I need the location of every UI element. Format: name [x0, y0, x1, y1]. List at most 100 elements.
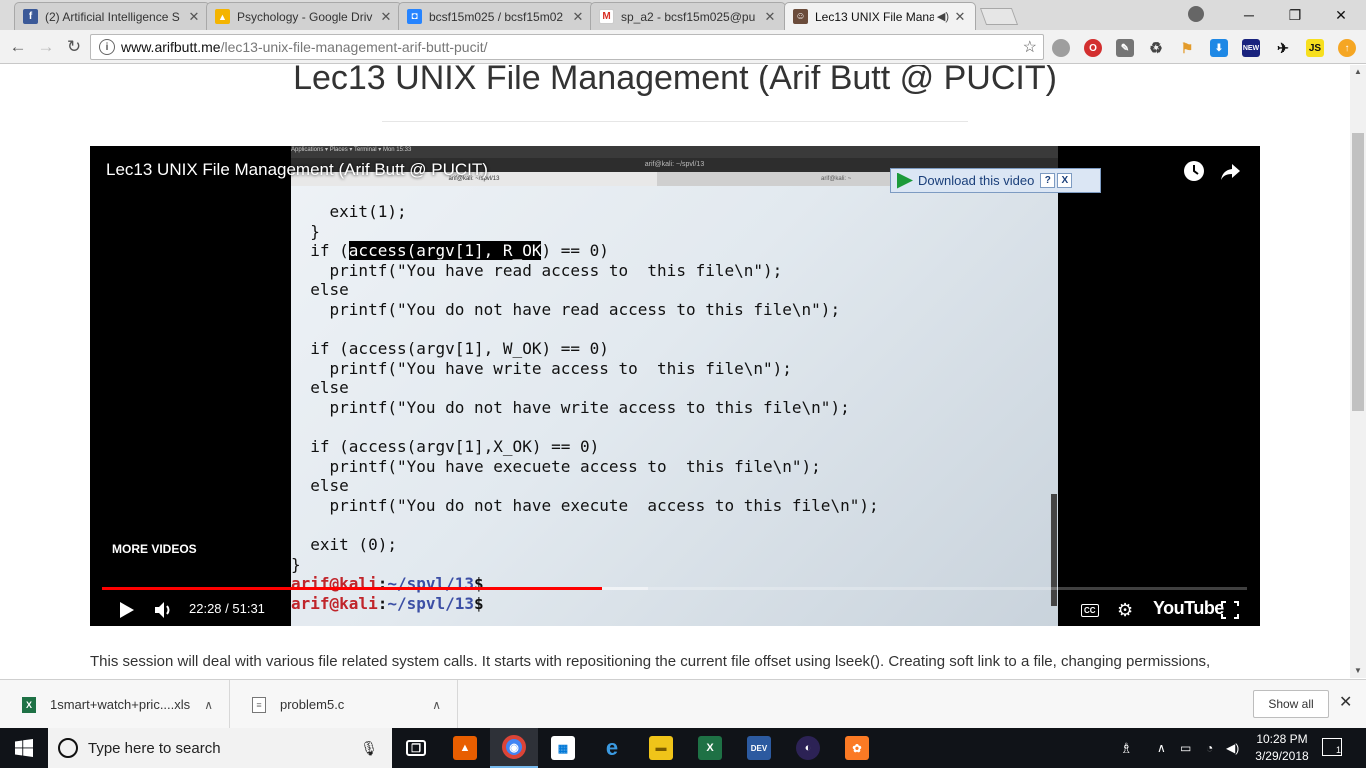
progress-bar[interactable]	[102, 587, 1247, 590]
start-button[interactable]	[0, 728, 48, 768]
tab-close-icon[interactable]: ✕	[187, 9, 201, 25]
video-frame: Applications ▾ Places ▾ Terminal ▾ Mon 1…	[291, 146, 1058, 626]
shell-prompt: arif@kali:~/spvl/13$	[291, 574, 484, 594]
file-explorer-icon[interactable]: ▬	[637, 728, 685, 768]
tab-psychology-drive[interactable]: ▲ Psychology - Google Driv ✕	[206, 2, 402, 30]
captions-button[interactable]: CC	[1081, 598, 1101, 622]
close-shelf-icon[interactable]: ✕	[1339, 692, 1352, 712]
forward-button[interactable]: →	[34, 35, 58, 59]
back-button[interactable]: ←	[6, 35, 30, 59]
chevron-up-icon[interactable]: ∧	[432, 698, 441, 712]
bookmark-star-icon[interactable]: ☆	[1023, 37, 1037, 57]
ext-recycle-icon[interactable]: ♻	[1147, 39, 1165, 57]
code-line: exit (0);	[291, 535, 397, 555]
youtube-logo[interactable]: YouTube	[1153, 598, 1224, 619]
tab-artificial-intelligence[interactable]: f (2) Artificial Intelligence S ✕	[14, 2, 210, 30]
battery-icon[interactable]: ▭	[1180, 728, 1191, 768]
prompt-colon: :	[377, 594, 388, 613]
download-item[interactable]: X 1smart+watch+pric....xls ∧	[0, 680, 230, 729]
maximize-button[interactable]: ❐	[1272, 0, 1318, 30]
fullscreen-icon[interactable]	[1220, 598, 1240, 622]
speaker-icon[interactable]: ◀)	[1226, 728, 1239, 768]
ext-download-icon[interactable]: ⬇	[1210, 39, 1228, 57]
youtube-player[interactable]: Applications ▾ Places ▾ Terminal ▾ Mon 1…	[90, 146, 1260, 626]
code-line: else	[291, 476, 349, 496]
tab-close-icon[interactable]: ✕	[379, 9, 393, 25]
code-line: if (access(argv[1],X_OK) == 0)	[291, 437, 600, 457]
minimize-button[interactable]: ─	[1226, 0, 1272, 30]
ext-bird-icon[interactable]: ✈	[1274, 39, 1292, 57]
store-icon[interactable]: ▦	[539, 728, 587, 768]
screen: f (2) Artificial Intelligence S ✕ ▲ Psyc…	[0, 0, 1366, 768]
url-host: www.arifbutt.me	[121, 39, 221, 55]
edge-icon[interactable]: e	[588, 728, 636, 768]
clock-time: 10:28 PM	[1256, 732, 1308, 746]
video-title[interactable]: Lec13 UNIX File Management (Arif Butt @ …	[106, 160, 488, 180]
tab-bitbucket[interactable]: ◘ bcsf15m025 / bcsf15m02 ✕	[398, 2, 594, 30]
chevron-up-icon[interactable]: ∧	[204, 698, 213, 712]
download-video-button[interactable]: Download this video ? X	[890, 168, 1101, 193]
tab-lec13-active[interactable]: ☺ Lec13 UNIX File Mana ◀) ✕	[784, 2, 976, 30]
more-videos-link[interactable]: MORE VIDEOS	[112, 542, 197, 556]
ext-update-icon[interactable]: ↑	[1338, 39, 1356, 57]
title-divider	[382, 121, 968, 122]
tab-title: Psychology - Google Driv	[237, 9, 373, 24]
code-fragment: ) == 0)	[541, 241, 609, 261]
task-view-icon[interactable]: ❐	[392, 728, 440, 768]
cortana-icon	[58, 738, 78, 758]
scroll-up-arrow-icon[interactable]: ▲	[1350, 65, 1366, 79]
taskbar-search-box[interactable]: Type here to search 🎙	[48, 728, 392, 768]
code-line: exit(1);	[291, 202, 407, 221]
play-icon[interactable]	[116, 598, 136, 622]
wifi-icon[interactable]: ◔	[1206, 728, 1213, 768]
microphone-icon[interactable]: 🎙	[360, 740, 378, 757]
show-hidden-icons-chevron-icon[interactable]: ∧	[1157, 728, 1166, 768]
close-window-button[interactable]: ✕	[1318, 0, 1364, 30]
chrome-icon[interactable]: ◉	[490, 728, 538, 768]
system-clock[interactable]: 10:28 PM 3/29/2018	[1240, 731, 1324, 765]
show-all-button[interactable]: Show all	[1253, 690, 1329, 718]
browser-tab-strip: f (2) Artificial Intelligence S ✕ ▲ Psyc…	[0, 0, 1366, 30]
share-icon[interactable]	[1219, 160, 1241, 182]
ext-js-icon[interactable]: JS	[1306, 39, 1324, 57]
terminal-tab-2: arif@kali: ~	[821, 176, 852, 182]
excel-icon[interactable]: X	[686, 728, 734, 768]
code-line: if (access(argv[1], W_OK) == 0)	[291, 339, 609, 359]
download-close-button[interactable]: X	[1057, 173, 1073, 188]
tab-close-icon[interactable]: ✕	[953, 9, 967, 25]
reload-button[interactable]: ↻	[62, 35, 86, 59]
download-help-button[interactable]: ?	[1040, 173, 1056, 188]
prompt-dollar: $	[474, 574, 484, 593]
ext-red-icon[interactable]: O	[1084, 39, 1102, 57]
vlc-icon[interactable]: ▲	[441, 728, 489, 768]
ext-new-icon[interactable]: NEW	[1242, 39, 1260, 57]
ext-gray-icon[interactable]	[1052, 39, 1070, 57]
tab-close-icon[interactable]: ✕	[763, 9, 777, 25]
devcpp-icon[interactable]: DEV	[735, 728, 783, 768]
settings-gear-icon[interactable]: ⚙	[1117, 598, 1137, 622]
tab-gmail[interactable]: M sp_a2 - bcsf15m025@pu ✕	[590, 2, 786, 30]
address-bar[interactable]: i www.arifbutt.me /lec13-unix-file-manag…	[90, 34, 1044, 60]
watch-later-icon[interactable]	[1183, 160, 1205, 182]
volume-icon[interactable]	[153, 598, 175, 622]
tab-close-icon[interactable]: ✕	[571, 9, 585, 25]
xampp-icon[interactable]: ✿	[833, 728, 881, 768]
people-icon[interactable]: ♗	[1120, 728, 1133, 768]
ext-flag-icon[interactable]: ⚑	[1178, 39, 1196, 57]
scroll-down-arrow-icon[interactable]: ▼	[1350, 664, 1366, 678]
eclipse-icon[interactable]: ◐	[784, 728, 832, 768]
scrollbar-thumb[interactable]	[1352, 133, 1364, 411]
prompt-colon: :	[377, 574, 388, 593]
text-file-icon: ≡	[252, 696, 266, 713]
info-icon[interactable]: i	[99, 39, 115, 55]
download-filename: 1smart+watch+pric....xls	[50, 697, 191, 712]
ext-tools-icon[interactable]: ✎	[1116, 39, 1134, 57]
action-center-icon[interactable]: 1	[1322, 738, 1342, 756]
new-tab-button[interactable]	[979, 8, 1019, 25]
profile-icon[interactable]	[1188, 6, 1204, 22]
download-item[interactable]: ≡ problem5.c ∧	[230, 680, 458, 729]
audio-playing-icon[interactable]: ◀)	[937, 10, 949, 23]
page-scrollbar[interactable]: ▲ ▼	[1350, 65, 1366, 678]
